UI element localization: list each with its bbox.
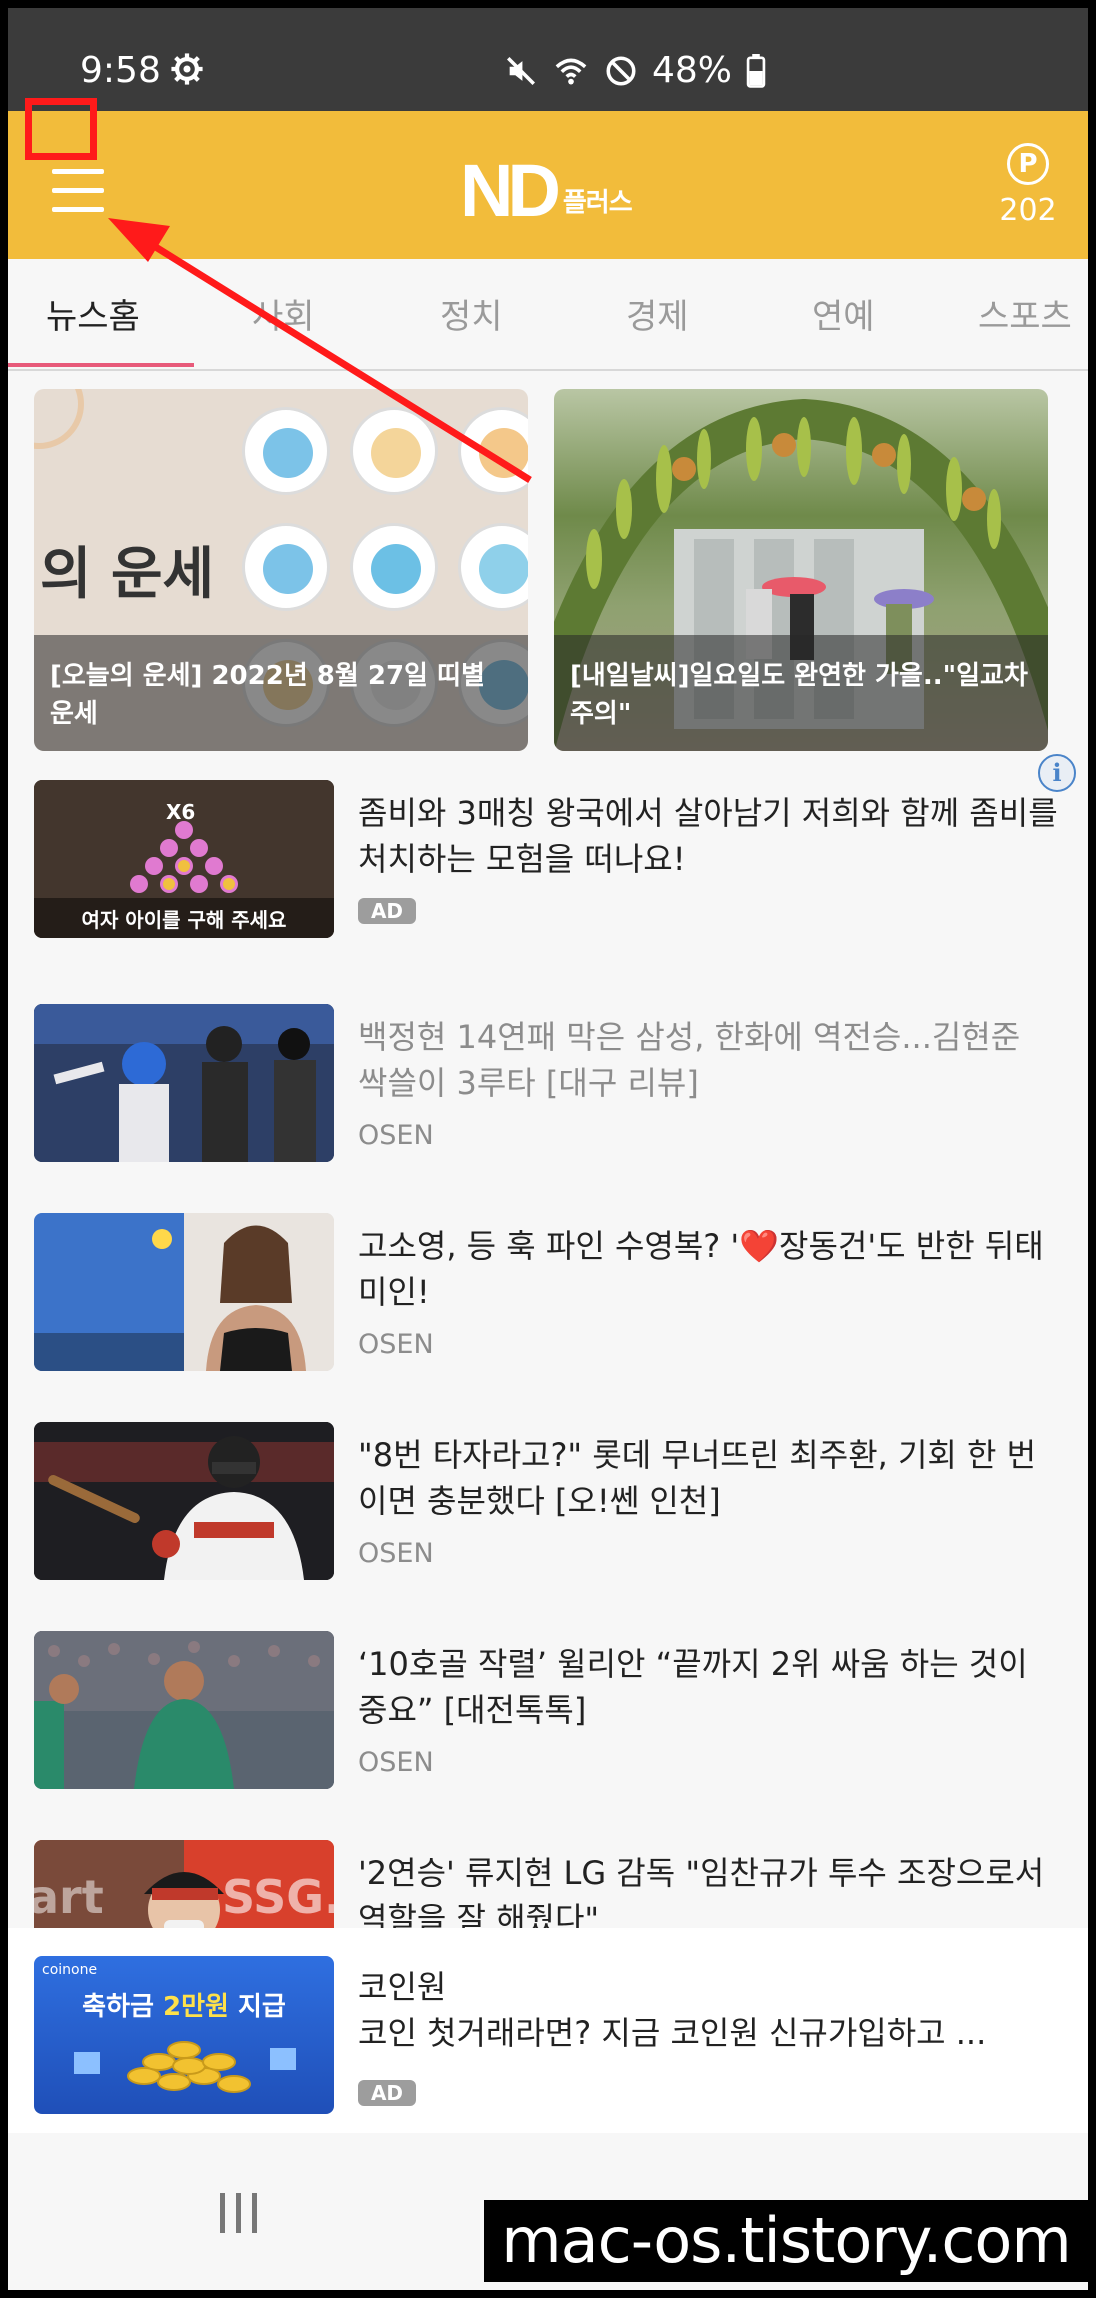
news-thumbnail [34, 1631, 334, 1789]
stadium-sign-left: art [34, 1870, 104, 1924]
celebrity-photo [34, 1213, 334, 1371]
news-thumbnail [34, 1422, 334, 1580]
ad-description: 코인 첫거래라면? 지금 코인원 신규가입하고 ... [358, 2014, 987, 2052]
news-thumbnail: art SSG. [34, 1840, 334, 1928]
baseball-photo [34, 1004, 334, 1162]
baseball-batter-photo [34, 1422, 334, 1580]
list-item[interactable]: X6 여자 아이를 구해 주세요 좀비와 3매칭 왕국에서 살아남기 저희와 함… [8, 780, 1088, 940]
news-source: OSEN [358, 1329, 434, 1360]
news-title: '2연승' 류지현 LG 감독 "임찬규가 투수 조장으로서 역할을 잘 해줬다… [358, 1854, 1045, 1928]
ad-badge: AD [358, 898, 416, 924]
list-item[interactable]: 백정현 14연패 막은 삼성, 한화에 역전승...김현준 싹쓸이 3루타 [대… [8, 1004, 1088, 1164]
phone-screen: 9:58 48% ND 플러스 P 202 뉴스홈 사회 정치 경제 연예 스포… [8, 8, 1088, 2290]
ad-title: 코인원 코인 첫거래라면? 지금 코인원 신규가입하고 ... [358, 1964, 1058, 2056]
featured-caption: [내일날씨]일요일도 완연한 가을.."일교차 주의" [570, 661, 1028, 729]
list-item[interactable]: "8번 타자라고?" 롯데 무너뜨린 최주환, 기회 한 번이면 충분했다 [오… [8, 1422, 1088, 1582]
news-thumbnail: X6 여자 아이를 구해 주세요 [34, 780, 334, 938]
ad-badge: AD [358, 2080, 416, 2106]
stadium-sign-right: SSG. [222, 1870, 334, 1924]
news-thumbnail [34, 1213, 334, 1371]
list-item[interactable]: art SSG. '2연승' 류지현 LG 감독 "임찬규가 투수 조장으로서 … [8, 1840, 1088, 1928]
recent-apps-icon[interactable] [220, 2193, 260, 2233]
ad-advertiser-name: 코인원 [358, 1968, 447, 2006]
list-item[interactable]: 고소영, 등 훅 파인 수영복? '❤️장동건'도 반한 뒤태미인! OSEN [8, 1213, 1088, 1373]
game-ad-banner-text: 여자 아이를 구해 주세요 [81, 908, 287, 932]
ad-thumbnail: coinone 축하금 2만원 지급 [34, 1956, 334, 2114]
news-title: 좀비와 3매칭 왕국에서 살아남기 저희와 함께 좀비를 처치하는 모험을 떠나… [358, 794, 1058, 878]
news-source: OSEN [358, 1747, 434, 1778]
game-ad-multiplier: X6 [166, 800, 196, 824]
news-title: ‘10호골 작렬’ 윌리안 “끝까지 2위 싸움 하는 것이 중요” [대전톡톡… [358, 1645, 1028, 1729]
bottom-ad-banner[interactable]: coinone 축하금 2만원 지급 코인원 코인 첫거래라면? 지금 코인원 … [8, 1928, 1088, 2133]
news-source: OSEN [358, 1538, 434, 1569]
news-source: OSEN [358, 1120, 434, 1151]
news-thumbnail [34, 1004, 334, 1162]
featured-caption: [오늘의 운세] 2022년 8월 27일 띠별 운세 [50, 661, 485, 729]
list-item[interactable]: ‘10호골 작렬’ 윌리안 “끝까지 2위 싸움 하는 것이 중요” [대전톡톡… [8, 1631, 1088, 1791]
watermark: mac-os.tistory.com [484, 2200, 1088, 2282]
news-title: "8번 타자라고?" 롯데 무너뜨린 최주환, 기회 한 번이면 충분했다 [오… [358, 1436, 1037, 1520]
gold-coins-art [74, 2041, 296, 2093]
news-title: 고소영, 등 훅 파인 수영복? '❤️장동건'도 반한 뒤태미인! [358, 1227, 1044, 1311]
soccer-photo [34, 1631, 334, 1789]
annotation-arrow-icon [108, 218, 532, 483]
news-title: 백정현 14연패 막은 삼성, 한화에 역전승...김현준 싹쓸이 3루타 [대… [358, 1018, 1021, 1102]
